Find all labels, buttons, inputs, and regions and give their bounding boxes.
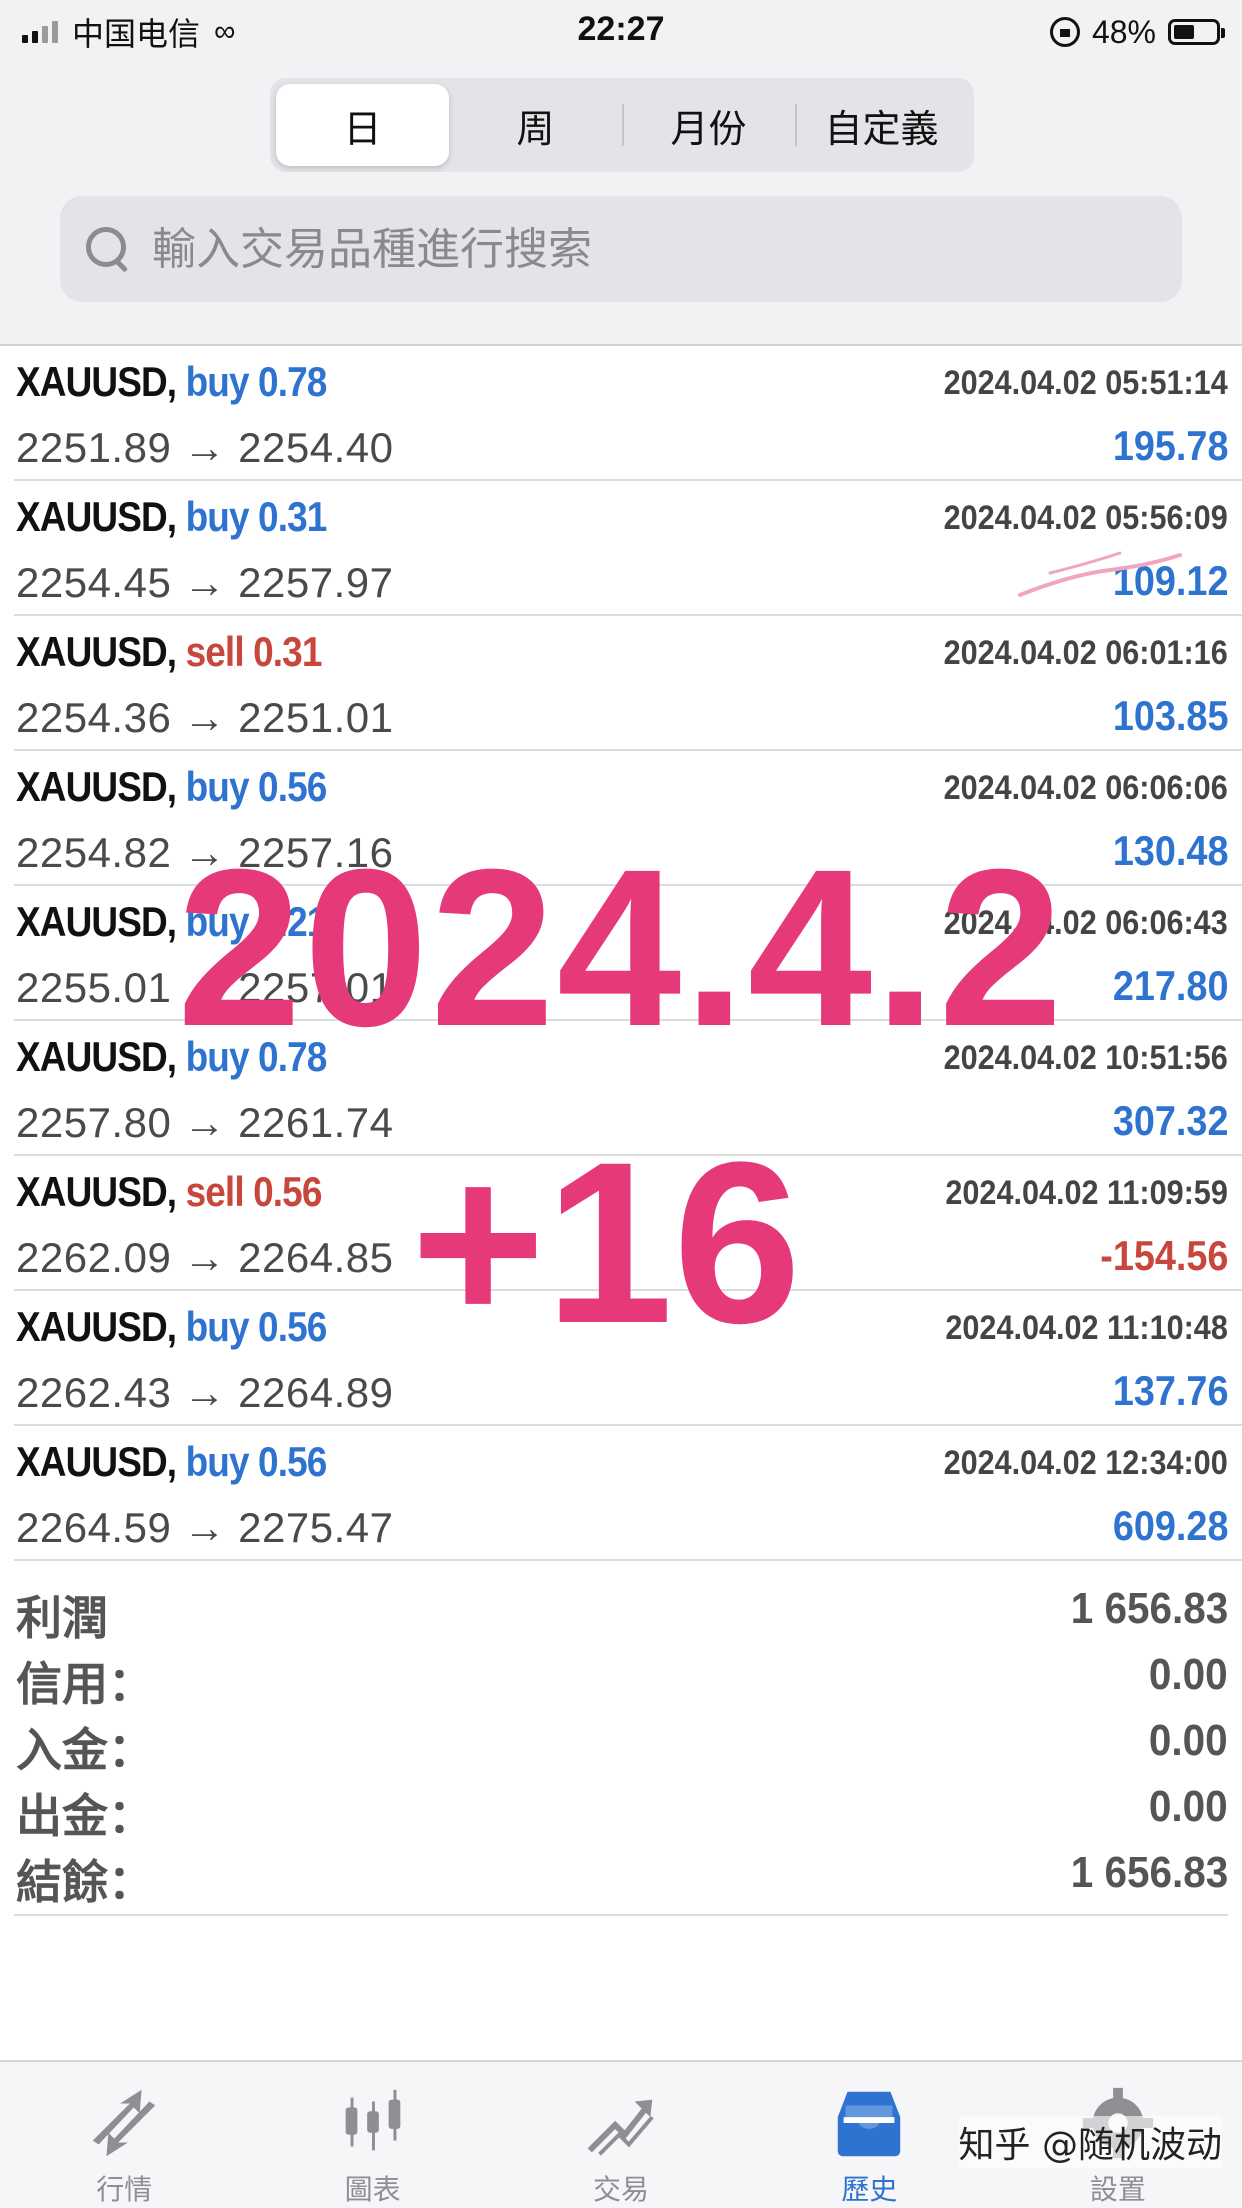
summary-label: 結餘： [16, 1855, 154, 1909]
trade-symbol-line: XAUUSD, sell 0.31 [16, 628, 322, 676]
trade-symbol-line: XAUUSD, buy 0.56 [16, 1438, 327, 1486]
battery-percent: 48% [1091, 13, 1156, 50]
summary-row: 信用： 0.00 [14, 1642, 1228, 1711]
trade-symbol: XAUUSD, [16, 358, 177, 405]
tab-month[interactable]: 月份 [622, 84, 795, 166]
trade-volume: 0.56 [258, 763, 327, 810]
trade-side: buy [185, 1438, 250, 1485]
tab-history[interactable]: 歷史 [745, 2062, 993, 2208]
summary-row: 出金： 0.00 [14, 1774, 1228, 1843]
trade-prices: 2254.45 → 2257.97 [16, 559, 394, 606]
summary-row: 入金： 0.00 [14, 1708, 1228, 1777]
trade-row[interactable]: XAUUSD, sell 0.31 2254.36 → 2251.01 2024.0… [14, 616, 1242, 751]
trade-symbol-line: XAUUSD, buy 0.78 [16, 358, 327, 406]
trade-volume: 0.78 [258, 358, 327, 405]
trade-datetime: 2024.04.02 05:56:09 [943, 499, 1228, 537]
trade-symbol-line: XAUUSD, buy 0.31 [16, 493, 327, 541]
tab-week[interactable]: 周 [449, 84, 622, 166]
trade-row[interactable]: XAUUSD, buy 0.56 2264.59 → 2275.47 2024.04… [14, 1426, 1242, 1561]
summary-label: 信用： [16, 1657, 154, 1711]
status-bar: 中国电信 ∞ 22:27 48% [0, 0, 1242, 64]
tab-chart-label: 圖表 [344, 2173, 401, 2206]
battery-icon [1168, 19, 1225, 45]
tab-day[interactable]: 日 [276, 84, 449, 166]
overlay-delta-annotation: +16 [410, 1114, 802, 1371]
trade-profit: 609.28 [1112, 1502, 1228, 1549]
summary-value: 0.00 [1149, 1716, 1228, 1765]
trade-datetime: 2024.04.02 06:06:06 [943, 769, 1228, 807]
orientation-lock-icon [1049, 17, 1080, 47]
trade-side: buy [185, 763, 250, 810]
tab-quotes[interactable]: 行情 [0, 2062, 248, 2208]
summary-value: 0.00 [1149, 1650, 1228, 1699]
trade-volume: 0.31 [253, 628, 322, 675]
tab-custom[interactable]: 自定義 [795, 84, 968, 166]
trade-volume: 0.31 [258, 493, 327, 540]
trade-symbol: XAUUSD, [16, 1438, 177, 1485]
summary-label: 入金： [16, 1723, 154, 1777]
handwritten-mark [1018, 551, 1182, 597]
search-icon [82, 223, 134, 275]
overlay-date-annotation: 2024.4.2 [177, 823, 1065, 1073]
summary-row: 結餘： 1 656.83 [14, 1840, 1228, 1909]
trade-profit: 103.85 [1112, 692, 1228, 739]
tab-trade[interactable]: 交易 [497, 2062, 745, 2208]
trade-icon [587, 2099, 654, 2156]
trade-prices: 2254.36 → 2251.01 [16, 694, 394, 741]
tab-trade-label: 交易 [593, 2173, 650, 2206]
chart-icon [345, 2089, 400, 2151]
trade-symbol: XAUUSD, [16, 493, 177, 540]
watermark: 知乎 @随机波动 [958, 2116, 1222, 2168]
search-input[interactable] [152, 223, 1132, 275]
summary-label: 利潤 [16, 1591, 108, 1645]
trade-prices: 2251.89 → 2254.40 [16, 424, 394, 471]
history-header: 日 周 月份 自定義 [0, 64, 1242, 346]
trade-datetime: 2024.04.02 05:51:14 [943, 364, 1228, 402]
trade-side: buy [185, 493, 250, 540]
trade-volume: 0.56 [258, 1438, 327, 1485]
tab-settings-label: 設置 [1089, 2173, 1146, 2206]
trade-prices: 2264.59 → 2275.47 [16, 1504, 394, 1551]
trade-datetime: 2024.04.02 12:34:00 [943, 1444, 1228, 1482]
summary-value: 0.00 [1149, 1782, 1228, 1831]
trade-profit: 195.78 [1112, 422, 1228, 469]
tab-chart[interactable]: 圖表 [248, 2062, 496, 2208]
period-segmented-control: 日 周 月份 自定義 [270, 78, 974, 172]
trade-row[interactable]: XAUUSD, buy 0.78 2251.89 → 2254.40 2024.04… [14, 346, 1242, 481]
trade-side: buy [185, 358, 250, 405]
summary-row: 利潤 1 656.83 [14, 1576, 1228, 1645]
trade-side: sell [185, 628, 245, 675]
trade-symbol: XAUUSD, [16, 763, 177, 810]
account-summary: 利潤 1 656.83 信用： 0.00 入金： 0.00 出金： 0.00 結餘： 1 656.… [14, 1576, 1228, 1916]
tab-quotes-label: 行情 [96, 2173, 153, 2206]
quotes-icon [92, 2089, 156, 2157]
summary-label: 出金： [16, 1789, 154, 1843]
tab-history-label: 歷史 [841, 2173, 898, 2206]
summary-value: 1 656.83 [1070, 1848, 1228, 1897]
summary-value: 1 656.83 [1070, 1584, 1228, 1633]
trade-symbol: XAUUSD, [16, 628, 177, 675]
history-icon [838, 2091, 901, 2157]
trade-symbol-line: XAUUSD, buy 0.56 [16, 763, 327, 811]
trade-datetime: 2024.04.02 06:01:16 [943, 634, 1228, 672]
trade-prices: 2262.43 → 2264.89 [16, 1369, 394, 1416]
search-bar [60, 196, 1182, 302]
